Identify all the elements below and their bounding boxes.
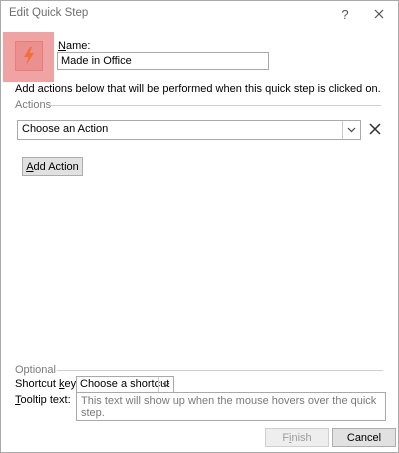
shortcut-key-label: Shortcut key:	[15, 378, 80, 390]
delete-x-icon	[369, 123, 381, 135]
shortcut-key-dropdown[interactable]: Choose a shortcut	[76, 376, 174, 393]
close-button[interactable]	[366, 3, 392, 25]
remove-action-button[interactable]	[367, 120, 383, 138]
tooltip-text-field[interactable]: This text will show up when the mouse ho…	[76, 392, 386, 421]
actions-divider	[51, 105, 381, 106]
add-action-button[interactable]: Add Action	[22, 157, 83, 176]
action-dropdown-value: Choose an Action	[22, 123, 109, 135]
instruction-text: Add actions below that will be performed…	[15, 83, 381, 95]
close-icon	[374, 9, 384, 19]
chevron-down-icon[interactable]	[158, 377, 173, 392]
name-field[interactable]: Made in Office	[57, 52, 269, 70]
shortcut-key-value: Choose a shortcut	[80, 378, 170, 390]
edit-quick-step-dialog: Edit Quick Step ? Name: Made in Office A…	[0, 0, 399, 453]
name-label: Name:	[58, 40, 91, 52]
action-dropdown[interactable]: Choose an Action	[17, 120, 361, 140]
window-title: Edit Quick Step	[9, 7, 89, 19]
optional-divider	[57, 370, 383, 371]
cancel-button[interactable]: Cancel	[332, 428, 396, 447]
lightning-icon	[15, 41, 43, 71]
actions-group-label: Actions	[15, 99, 52, 111]
optional-group-label: Optional	[15, 364, 56, 376]
title-bar: Edit Quick Step ?	[1, 1, 398, 27]
finish-button[interactable]: Fi nish	[265, 428, 329, 447]
tooltip-text-label: Tooltip text:	[15, 394, 71, 406]
chevron-down-icon[interactable]	[342, 121, 360, 139]
help-button[interactable]: ?	[332, 3, 358, 25]
quick-step-icon-button[interactable]	[3, 32, 54, 82]
